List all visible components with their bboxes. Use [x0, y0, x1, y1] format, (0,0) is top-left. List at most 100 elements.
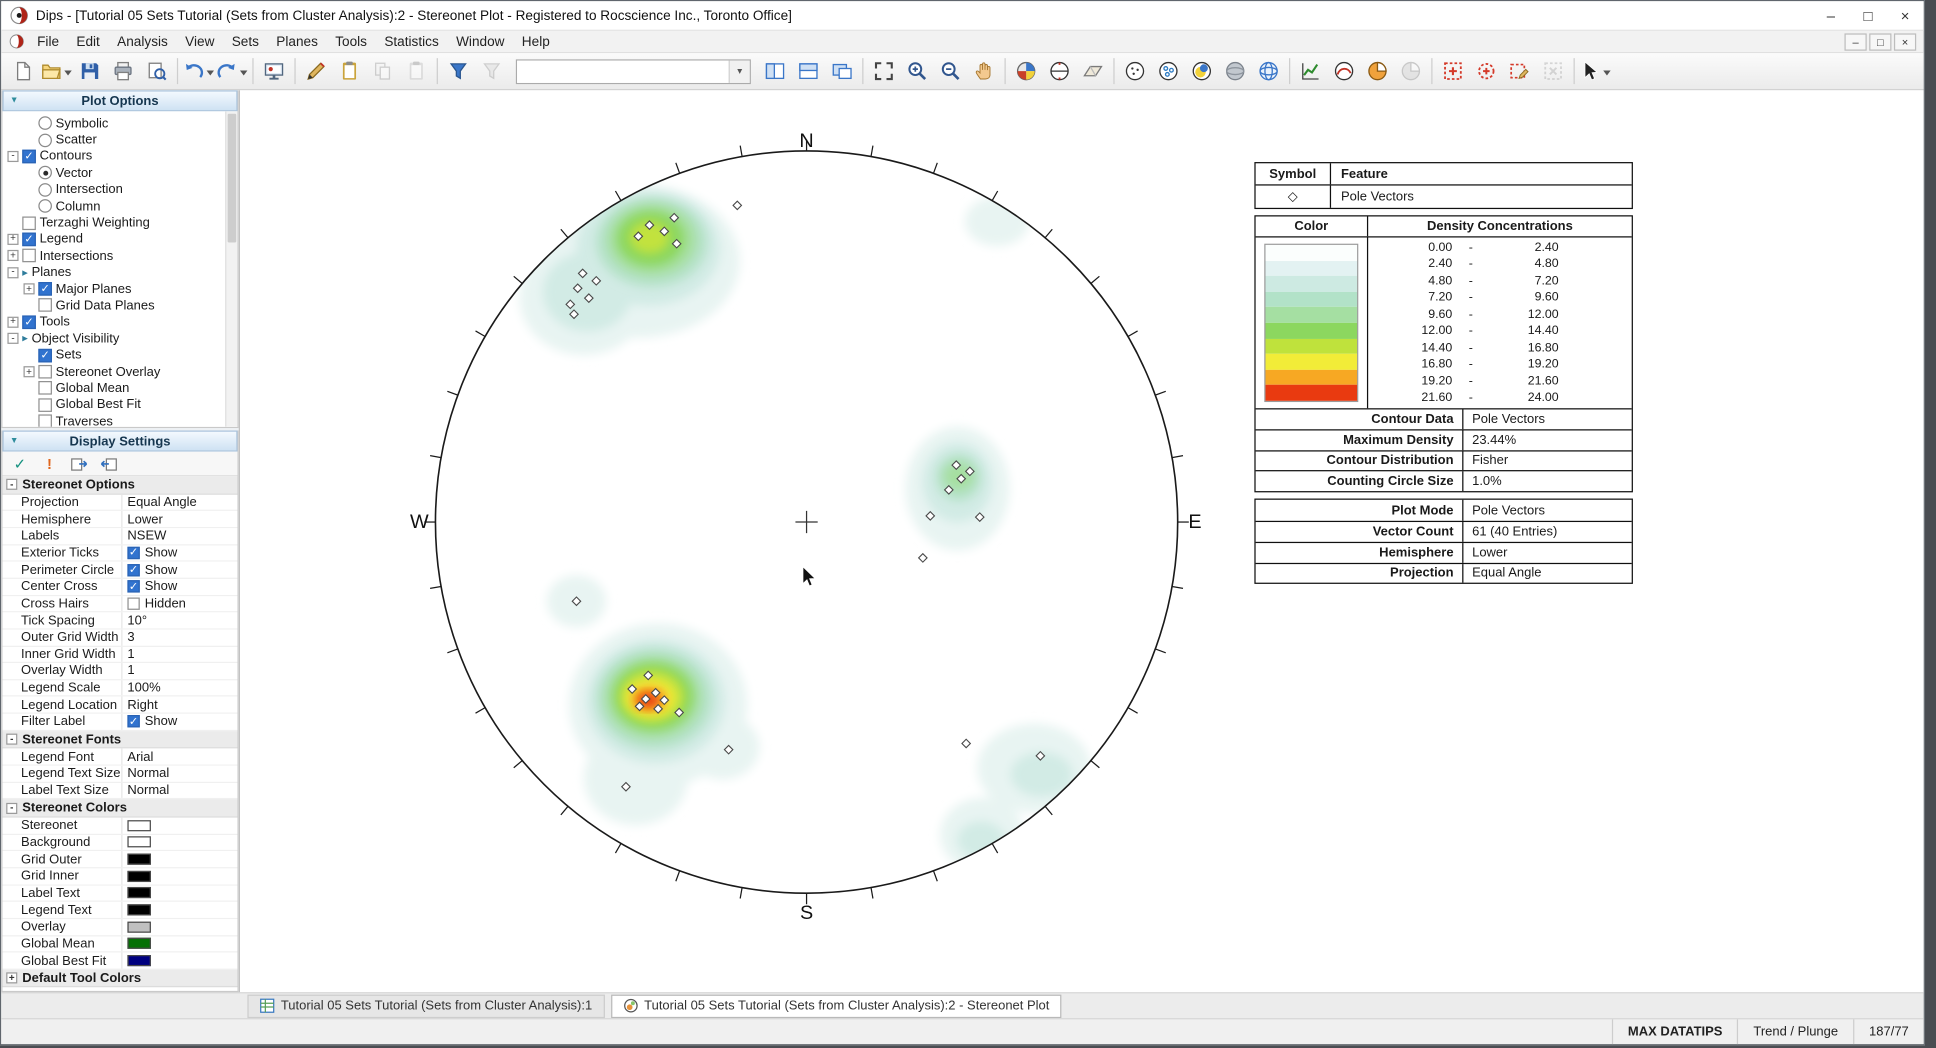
settings-section-stereonet-colors[interactable]: - Stereonet Colors	[2, 799, 238, 818]
setting-label-text-size[interactable]: Label Text Size Normal	[2, 782, 238, 800]
rosette-button[interactable]	[1009, 55, 1042, 87]
tree-expander-icon[interactable]: +	[7, 250, 19, 262]
tree-expander-icon[interactable]: +	[7, 316, 19, 328]
filter-button[interactable]	[442, 55, 475, 87]
checkbox[interactable]	[38, 398, 52, 412]
plot-option-grid-data-planes[interactable]: Grid Data Planes	[2, 297, 223, 314]
color-swatch[interactable]	[127, 819, 151, 832]
setting-value[interactable]: 100%	[127, 681, 160, 696]
restore-icon[interactable]: □	[1849, 1, 1886, 29]
setting-global-best-fit[interactable]: Global Best Fit	[2, 952, 238, 970]
setting-value[interactable]: Equal Angle	[127, 495, 196, 510]
tree-expander-icon[interactable]: +	[23, 283, 35, 295]
setting-value[interactable]: 1	[127, 647, 134, 662]
chart-button[interactable]	[1294, 55, 1327, 87]
new-view-button[interactable]	[825, 55, 858, 87]
pie-chart-button[interactable]	[1361, 55, 1394, 87]
import-settings-icon[interactable]	[95, 453, 122, 474]
print-preview-button[interactable]	[140, 55, 173, 87]
setting-grid-outer[interactable]: Grid Outer	[2, 851, 238, 869]
plot-options-scrollbar[interactable]	[225, 111, 238, 427]
plot-option-symbolic[interactable]: Symbolic	[2, 115, 223, 132]
filter-combo-input[interactable]	[517, 59, 729, 83]
plot-option-global-best-fit[interactable]: Global Best Fit	[2, 397, 223, 414]
plot-option-object-visibility[interactable]: - ▸ Object Visibility	[2, 330, 223, 347]
setting-checkbox[interactable]: ✓	[127, 563, 140, 576]
color-swatch[interactable]	[127, 836, 151, 848]
setting-legend-text-size[interactable]: Legend Text Size Normal	[2, 765, 238, 783]
setting-hemisphere[interactable]: Hemisphere Lower	[2, 511, 238, 529]
combo-dropdown-icon[interactable]: ▾	[728, 59, 750, 83]
filter-combo[interactable]: ▾	[515, 58, 751, 84]
setting-value[interactable]: Normal	[127, 766, 169, 781]
menu-tools[interactable]: Tools	[327, 31, 376, 52]
plot-option-tools[interactable]: + ✓ Tools	[2, 314, 223, 331]
save-button[interactable]	[73, 55, 106, 87]
edit-poles-button[interactable]	[299, 55, 332, 87]
plot-option-sets[interactable]: ✓ Sets	[2, 347, 223, 364]
setting-checkbox[interactable]: ✓	[127, 715, 140, 728]
setting-inner-grid-width[interactable]: Inner Grid Width 1	[2, 646, 238, 664]
color-swatch[interactable]	[127, 870, 151, 882]
plot-option-vector[interactable]: Vector	[2, 165, 223, 182]
setting-legend-font[interactable]: Legend Font Arial	[2, 748, 238, 766]
redo-button[interactable]	[215, 55, 248, 87]
close-icon[interactable]: ×	[1887, 1, 1924, 29]
color-swatch[interactable]	[127, 938, 151, 950]
setting-overlay-width[interactable]: Overlay Width 1	[2, 663, 238, 681]
menu-statistics[interactable]: Statistics	[376, 31, 448, 52]
zoom-extents-button[interactable]	[867, 55, 900, 87]
setting-value[interactable]: Arial	[127, 749, 153, 764]
setting-label-text[interactable]: Label Text	[2, 885, 238, 903]
scrollbar-thumb[interactable]	[227, 113, 237, 243]
setting-value[interactable]: 10°	[127, 613, 147, 628]
plot-option-contours[interactable]: - ✓ Contours	[2, 148, 223, 165]
menu-analysis[interactable]: Analysis	[108, 31, 176, 52]
plane-view-button[interactable]	[1076, 55, 1109, 87]
setting-filter-label[interactable]: Filter Label ✓ Show	[2, 713, 238, 731]
settings-section-stereonet-options[interactable]: - Stereonet Options	[2, 476, 238, 495]
minimize-icon[interactable]: –	[1812, 1, 1849, 29]
setting-grid-inner[interactable]: Grid Inner	[2, 868, 238, 886]
setting-outer-grid-width[interactable]: Outer Grid Width 3	[2, 629, 238, 647]
pie-chart-2-button[interactable]	[1394, 55, 1427, 87]
section-expander-icon[interactable]: -	[6, 479, 18, 491]
checkbox-checked[interactable]: ✓	[38, 348, 52, 363]
display-settings-header[interactable]: ▼ Display Settings	[2, 430, 238, 452]
add-set-freehand-button[interactable]	[1470, 55, 1503, 87]
scatter-plot-button[interactable]	[1152, 55, 1185, 87]
checkbox[interactable]	[38, 298, 52, 313]
checkbox-checked[interactable]: ✓	[38, 282, 52, 296]
plot-option-stereonet-overlay[interactable]: + Stereonet Overlay	[2, 364, 223, 381]
setting-value[interactable]: 1	[127, 664, 134, 679]
dropdown-caret-icon[interactable]	[239, 69, 248, 79]
export-settings-icon[interactable]	[66, 453, 93, 474]
section-expander-icon[interactable]: +	[6, 973, 18, 984]
plot-option-major-planes[interactable]: + ✓ Major Planes	[2, 281, 223, 298]
setting-legend-scale[interactable]: Legend Scale 100%	[2, 680, 238, 698]
copy-button[interactable]	[366, 55, 399, 87]
checkbox[interactable]	[38, 381, 52, 396]
setting-value[interactable]: NSEW	[127, 529, 166, 544]
tree-expander-icon[interactable]: -	[7, 333, 19, 345]
setting-projection[interactable]: Projection Equal Angle	[2, 494, 238, 512]
contour-plot-button[interactable]	[1185, 55, 1218, 87]
document-tab-1[interactable]: Tutorial 05 Sets Tutorial (Sets from Clu…	[247, 993, 605, 1018]
color-swatch[interactable]	[127, 887, 151, 899]
setting-legend-location[interactable]: Legend Location Right	[2, 697, 238, 714]
open-file-button[interactable]	[40, 55, 73, 87]
tree-expander-icon[interactable]: -	[7, 151, 19, 163]
tree-expander-icon[interactable]: +	[23, 366, 35, 378]
add-set-window-button[interactable]	[1436, 55, 1469, 87]
mdi-minimize-icon[interactable]: –	[1844, 32, 1867, 51]
print-button[interactable]	[106, 55, 139, 87]
tree-expander-icon[interactable]: +	[7, 233, 19, 245]
reset-settings-icon[interactable]: !	[36, 453, 63, 474]
menu-planes[interactable]: Planes	[268, 31, 327, 52]
setting-labels[interactable]: Labels NSEW	[2, 528, 238, 546]
document-tab-2[interactable]: Tutorial 05 Sets Tutorial (Sets from Clu…	[610, 993, 1062, 1018]
setting-global-mean[interactable]: Global Mean	[2, 935, 238, 953]
pan-button[interactable]	[967, 55, 1000, 87]
section-expander-icon[interactable]: -	[6, 733, 18, 745]
zoom-in-button[interactable]	[901, 55, 934, 87]
